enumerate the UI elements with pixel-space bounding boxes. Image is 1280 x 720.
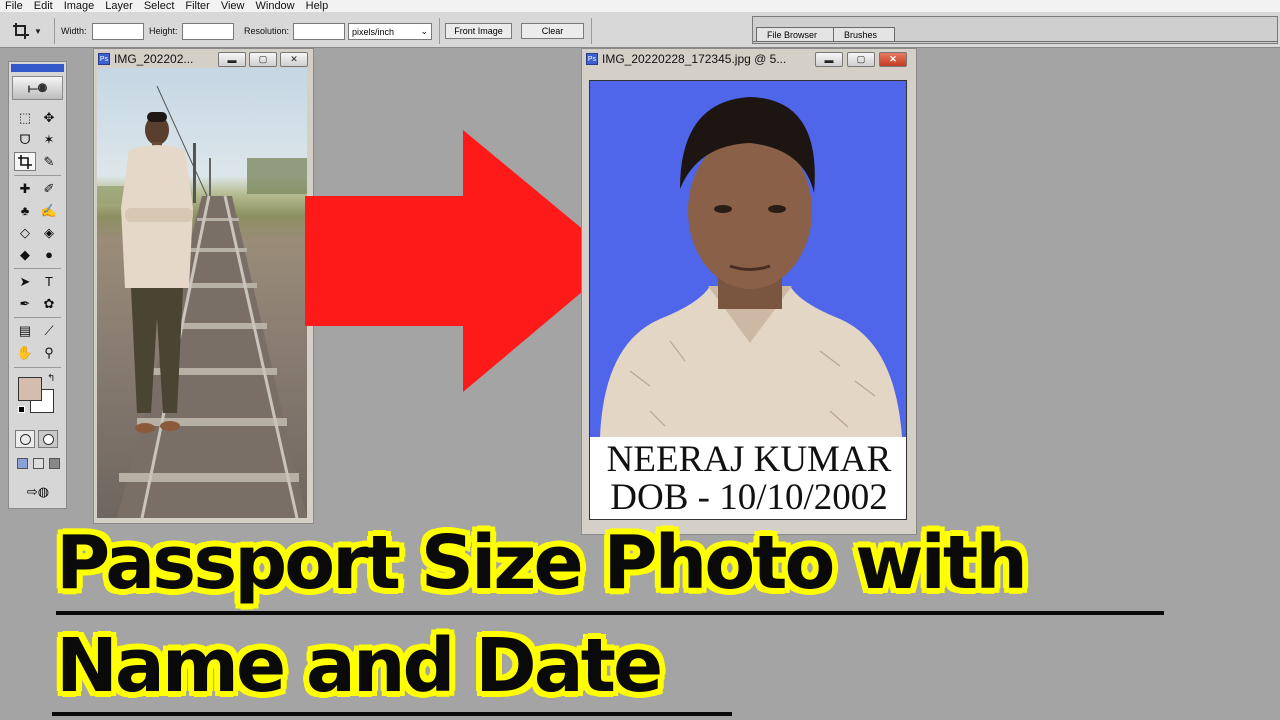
photoshop-doc-icon: Ps [98,53,110,65]
menu-file[interactable]: File [0,0,29,12]
magic-wand-tool-icon[interactable]: ✶ [38,130,60,149]
passport-dob: DOB - 10/10/2002 [610,477,888,518]
quick-mask-mode-button[interactable] [38,430,58,448]
brush-tool-icon[interactable]: ✐ [38,179,60,198]
eraser-tool-icon[interactable]: ◇ [14,223,36,242]
swap-colors-icon[interactable]: ↰ [47,373,55,384]
healing-brush-tool-icon[interactable]: ✚ [14,179,36,198]
tool-preset-picker[interactable]: ▼ [12,20,50,42]
menu-window[interactable]: Window [251,0,301,12]
dodge-tool-icon[interactable]: ● [38,245,60,264]
width-input[interactable] [92,23,144,40]
close-button[interactable]: ✕ [879,52,907,67]
chevron-down-icon: ▼ [34,26,42,36]
history-brush-tool-icon[interactable]: ✍ [38,201,60,220]
minimize-button[interactable]: ▬ [218,52,246,67]
standard-mode-icon [19,433,31,445]
menu-bar: File Edit Image Layer Select Filter View… [0,0,1280,12]
passport-photo: NEERAJ KUMAR DOB - 10/10/2002 [589,80,907,520]
menu-select[interactable]: Select [139,0,181,12]
passport-name: NEERAJ KUMAR [606,439,892,480]
toolbox-divider [14,317,61,318]
passport-caption: NEERAJ KUMAR DOB - 10/10/2002 [590,437,906,519]
options-divider [591,18,592,44]
full-screen-menu-mode-icon[interactable] [33,458,44,469]
paint-bucket-tool-icon[interactable]: ◈ [38,223,60,242]
standard-mode-button[interactable] [15,430,35,448]
clear-button[interactable]: Clear [521,23,584,39]
toolbox-titlebar[interactable] [11,64,64,72]
lasso-tool-icon[interactable]: ᗜ [14,130,36,149]
menu-image[interactable]: Image [59,0,101,12]
headline-underline [52,712,732,716]
maximize-button[interactable]: ▢ [249,52,277,67]
palette-well-divider [753,41,1277,42]
hand-tool-icon[interactable]: ✋ [14,343,36,362]
tab-file-browser[interactable]: File Browser [756,27,836,41]
headline-underline [56,611,1164,615]
foreground-color-swatch[interactable] [18,377,42,401]
jump-to-imageready-icon[interactable]: ⇨◍ [18,482,58,502]
menu-view[interactable]: View [216,0,251,12]
default-colors-icon[interactable] [18,406,25,413]
pen-tool-icon[interactable]: ✒ [14,294,36,313]
photoshop-doc-icon: Ps [586,53,598,65]
path-selection-tool-icon[interactable]: ➤ [14,272,36,291]
resolution-input[interactable] [293,23,345,40]
width-label: Width: [61,26,87,36]
full-screen-mode-icon[interactable] [49,458,60,469]
quick-mask-icon [42,433,54,445]
minimize-button[interactable]: ▬ [815,52,843,67]
slice-tool-icon[interactable]: ✎ [38,152,60,171]
document-title: IMG_202202... [114,52,194,66]
resolution-unit-select[interactable]: pixels/inch ⌄ [348,23,432,40]
adobe-online-icon[interactable]: ⟝◉ [12,76,63,100]
height-label: Height: [149,26,178,36]
eyedropper-tool-icon[interactable]: ⟋ [38,321,60,340]
crop-tool-icon[interactable] [14,152,36,171]
headline-line-2: Name and Date [56,623,663,709]
resolution-unit-value: pixels/inch [352,26,395,37]
options-divider [54,18,55,44]
red-arrow-icon [305,130,620,392]
resolution-label: Resolution: [244,26,290,36]
toolbox: ⟝◉ ⬚ ✥ ᗜ ✶ ✎ ✚ ✐ ♣ ✍ ◇ ◈ ◆ ● ➤ T ✒ ✿ ▤ ⟋… [8,61,67,509]
tab-brushes[interactable]: Brushes [833,27,895,41]
type-tool-icon[interactable]: T [38,272,60,291]
passport-photo-background [590,81,906,437]
maximize-button[interactable]: ▢ [847,52,875,67]
menu-help[interactable]: Help [301,0,335,12]
marquee-tool-icon[interactable]: ⬚ [14,108,36,127]
passport-portrait [600,97,902,437]
document-title: IMG_20220228_172345.jpg @ 5... [602,52,787,66]
move-tool-icon[interactable]: ✥ [38,108,60,127]
toolbox-divider [14,175,61,176]
toolbox-divider [14,268,61,269]
custom-shape-tool-icon[interactable]: ✿ [38,294,60,313]
blur-tool-icon[interactable]: ◆ [14,245,36,264]
menu-layer[interactable]: Layer [100,0,139,12]
standard-screen-mode-icon[interactable] [17,458,28,469]
notes-tool-icon[interactable]: ▤ [14,321,36,340]
toolbox-divider [14,367,61,368]
rail-track-scene [97,85,307,518]
close-button[interactable]: ✕ [280,52,308,67]
menu-filter[interactable]: Filter [180,0,215,12]
clone-stamp-tool-icon[interactable]: ♣ [14,201,36,220]
headline-line-1: Passport Size Photo with [56,520,1028,606]
palette-well: File Browser Brushes [752,16,1278,44]
zoom-tool-icon[interactable]: ⚲ [38,343,60,362]
crop-icon [13,23,29,39]
menu-edit[interactable]: Edit [29,0,59,12]
height-input[interactable] [182,23,234,40]
options-divider [439,18,440,44]
front-image-button[interactable]: Front Image [445,23,512,39]
full-length-photo [97,68,307,518]
chevron-down-icon: ⌄ [420,26,428,36]
